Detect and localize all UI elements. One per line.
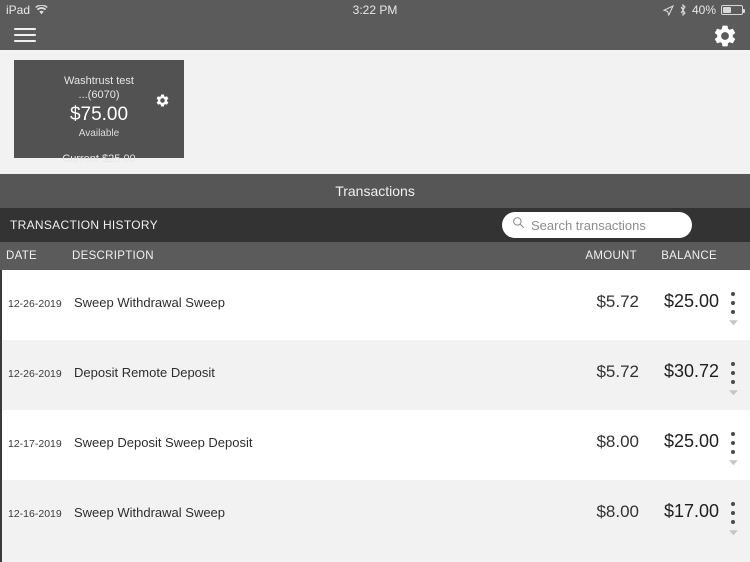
page-title: Transactions — [335, 183, 415, 199]
row-balance: $25.00 — [663, 291, 719, 311]
bluetooth-icon — [679, 4, 687, 16]
chevron-down-icon[interactable] — [726, 390, 740, 396]
row-description: Deposit Remote Deposit — [74, 365, 215, 380]
gear-icon[interactable] — [155, 93, 170, 113]
row-date: 12-26-2019 — [8, 298, 62, 310]
row-date: 12-17-2019 — [8, 438, 62, 450]
account-number-mask: ...(6070) — [78, 89, 120, 101]
row-amount: $5.72 — [596, 362, 639, 381]
app-root: iPad 3:22 PM 40% Washtrust test ...(6070… — [0, 0, 750, 562]
app-navbar — [0, 20, 750, 50]
table-row[interactable]: 12-16-2019 Sweep Withdrawal Sweep $8.00 … — [2, 480, 750, 550]
account-card[interactable]: Washtrust test ...(6070) $75.00 Availabl… — [14, 60, 184, 165]
table-row[interactable]: 12-26-2019 Deposit Remote Deposit $5.72 … — [2, 340, 750, 410]
search-input[interactable] — [531, 217, 682, 233]
battery-icon — [721, 5, 745, 15]
chevron-down-icon[interactable] — [726, 320, 740, 326]
account-current-balance: Current $25.00 — [62, 153, 136, 165]
status-bar-right: 40% — [662, 3, 745, 17]
row-amount: $8.00 — [596, 502, 639, 521]
more-vertical-icon[interactable] — [726, 502, 740, 524]
row-balance: $17.00 — [663, 501, 719, 521]
column-header-description: DESCRIPTION — [72, 250, 154, 262]
row-description: Sweep Withdrawal Sweep — [74, 505, 226, 520]
account-card-region: Washtrust test ...(6070) $75.00 Availabl… — [0, 50, 750, 172]
row-date: 12-16-2019 — [8, 508, 62, 520]
transaction-history-bar: TRANSACTION HISTORY — [0, 208, 750, 242]
table-row[interactable]: 12-26-2019 Sweep Withdrawal Sweep $5.72 … — [2, 270, 750, 340]
column-header-amount: AMOUNT — [585, 250, 637, 262]
transactions-title-bar: Transactions — [0, 174, 750, 208]
battery-percent-label: 40% — [691, 3, 716, 17]
status-bar-clock: 3:22 PM — [352, 3, 398, 17]
row-balance: $25.00 — [663, 431, 719, 451]
more-vertical-icon[interactable] — [726, 292, 740, 314]
more-vertical-icon[interactable] — [726, 432, 740, 454]
chevron-down-icon[interactable] — [726, 460, 740, 466]
search-icon — [512, 216, 525, 234]
column-header-balance: BALANCE — [661, 250, 717, 262]
account-available-amount: $75.00 — [69, 104, 129, 125]
chevron-down-icon[interactable] — [726, 530, 740, 536]
row-description: Sweep Deposit Sweep Deposit — [74, 435, 253, 450]
more-vertical-icon[interactable] — [726, 362, 740, 384]
search-box[interactable] — [502, 212, 692, 238]
row-balance: $30.72 — [663, 361, 719, 381]
account-name: Washtrust test — [64, 75, 134, 87]
transactions-table: 12-26-2019 Sweep Withdrawal Sweep $5.72 … — [0, 270, 750, 562]
hamburger-menu-icon[interactable] — [14, 25, 36, 45]
ios-status-bar: iPad 3:22 PM 40% — [0, 0, 750, 20]
row-description: Sweep Withdrawal Sweep — [74, 295, 226, 310]
table-row[interactable]: 12-17-2019 Sweep Deposit Sweep Deposit $… — [2, 410, 750, 480]
row-amount: $5.72 — [596, 292, 639, 311]
row-amount: $8.00 — [596, 432, 639, 451]
column-header-date: DATE — [6, 250, 38, 262]
transaction-history-label: TRANSACTION HISTORY — [10, 218, 158, 232]
location-arrow-icon — [662, 4, 674, 16]
row-date: 12-26-2019 — [8, 368, 62, 380]
account-available-label: Available — [78, 128, 120, 139]
table-column-headers: DATE DESCRIPTION AMOUNT BALANCE — [0, 242, 750, 270]
